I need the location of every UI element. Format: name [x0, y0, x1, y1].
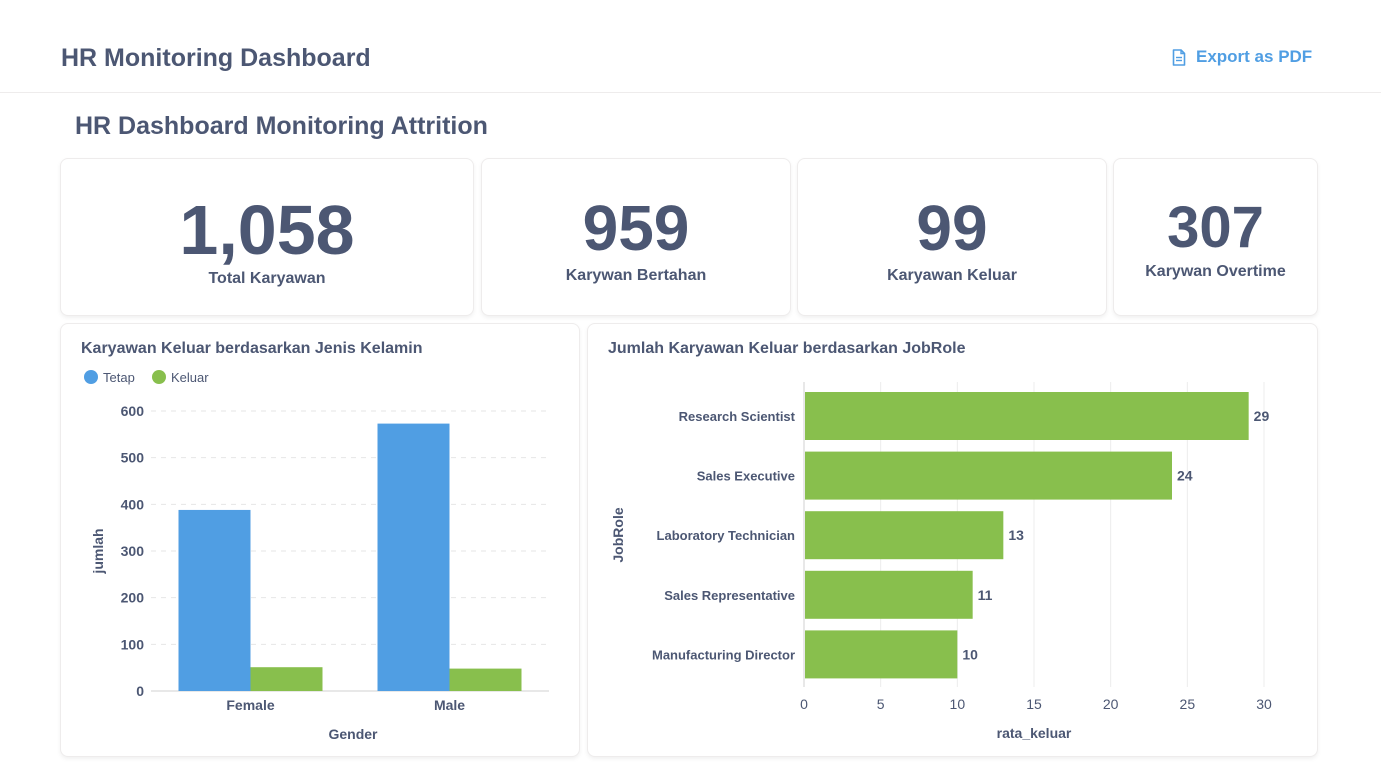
y-tick-label: Research Scientist [679, 409, 796, 424]
kpi-label: Total Karyawan [208, 270, 326, 287]
data-label: 24 [1177, 468, 1193, 484]
y-tick-label: Sales Executive [697, 469, 795, 484]
x-axis-label: Gender [328, 726, 378, 742]
bar-research-scientist [805, 392, 1249, 440]
dashboard-heading: HR Dashboard Monitoring Attrition [75, 112, 488, 140]
legend-label-tetap: Tetap [103, 370, 135, 385]
x-tick-label: 30 [1256, 696, 1272, 712]
y-tick-label: 400 [121, 496, 145, 512]
y-axis-label: jumlah [90, 528, 106, 574]
bar-laboratory-technician [805, 511, 1004, 560]
x-tick-label: Male [434, 697, 465, 713]
data-label: 13 [1008, 527, 1024, 543]
x-tick-label: 20 [1103, 696, 1119, 712]
app-title: HR Monitoring Dashboard [61, 44, 371, 72]
legend-label-keluar: Keluar [171, 370, 209, 385]
y-tick-label: 600 [121, 403, 145, 419]
bar-sales-executive [805, 451, 1172, 500]
x-tick-label: 0 [800, 696, 808, 712]
kpi-value: 307 [1167, 195, 1264, 260]
kpi-value: 959 [582, 192, 690, 264]
y-tick-label: Manufacturing Director [652, 647, 795, 662]
data-label: 29 [1254, 408, 1270, 424]
x-tick-label: 10 [950, 696, 966, 712]
chart-card-gender: Karyawan Keluar berdasarkan Jenis Kelami… [60, 323, 580, 757]
kpi-value: 1,058 [179, 191, 355, 269]
y-tick-label: Sales Representative [664, 588, 795, 603]
kpi-card-karywan-overtime: 307 Karywan Overtime [1113, 158, 1318, 316]
x-tick-label: 5 [877, 696, 885, 712]
bar-keluar-male [449, 668, 522, 691]
kpi-card-karywan-bertahan: 959 Karywan Bertahan [481, 158, 791, 316]
kpi-label: Karywan Overtime [1145, 263, 1286, 280]
kpi-card-karyawan-keluar: 99 Karyawan Keluar [797, 158, 1107, 316]
y-tick-label: 500 [121, 450, 145, 466]
y-tick-label: 0 [136, 683, 144, 699]
top-bar: HR Monitoring Dashboard Export as PDF [0, 0, 1381, 93]
bar-manufacturing-director [805, 630, 958, 679]
x-tick-label: 25 [1180, 696, 1196, 712]
x-tick-label: 15 [1026, 696, 1042, 712]
bar-keluar-female [250, 667, 323, 691]
data-label: 10 [962, 646, 978, 662]
gender-bar-chart: Tetap Keluar 0 100 200 300 400 500 600 Female Male… [84, 370, 549, 742]
x-axis-label: rata_keluar [997, 725, 1072, 741]
bar-sales-representative [805, 570, 973, 619]
data-label: 11 [978, 587, 993, 603]
jobrole-bar-chart: 0 5 10 15 20 25 30 Research Scientist 29 Sales Ex… [610, 382, 1272, 741]
bar-tetap-male [377, 423, 450, 691]
kpi-card-total-karyawan: 1,058 Total Karyawan [60, 158, 474, 316]
kpi-label: Karyawan Keluar [887, 267, 1017, 284]
legend-swatch-keluar [152, 370, 166, 384]
document-icon [1172, 48, 1186, 66]
kpi-label: Karywan Bertahan [565, 267, 707, 284]
y-tick-label: 200 [121, 590, 145, 606]
y-tick-label: 300 [121, 543, 145, 559]
y-axis-label: JobRole [610, 507, 626, 562]
kpi-value: 99 [916, 192, 988, 264]
y-tick-label: Laboratory Technician [657, 528, 796, 543]
x-tick-label: Female [226, 697, 274, 713]
y-tick-label: 100 [121, 636, 145, 652]
export-pdf-button[interactable]: Export as PDF [1172, 47, 1312, 67]
chart-card-jobrole: Jumlah Karyawan Keluar berdasarkan JobRo… [587, 323, 1318, 757]
bar-tetap-female [178, 509, 251, 691]
legend-swatch-tetap [84, 370, 98, 384]
export-pdf-label: Export as PDF [1196, 47, 1313, 66]
